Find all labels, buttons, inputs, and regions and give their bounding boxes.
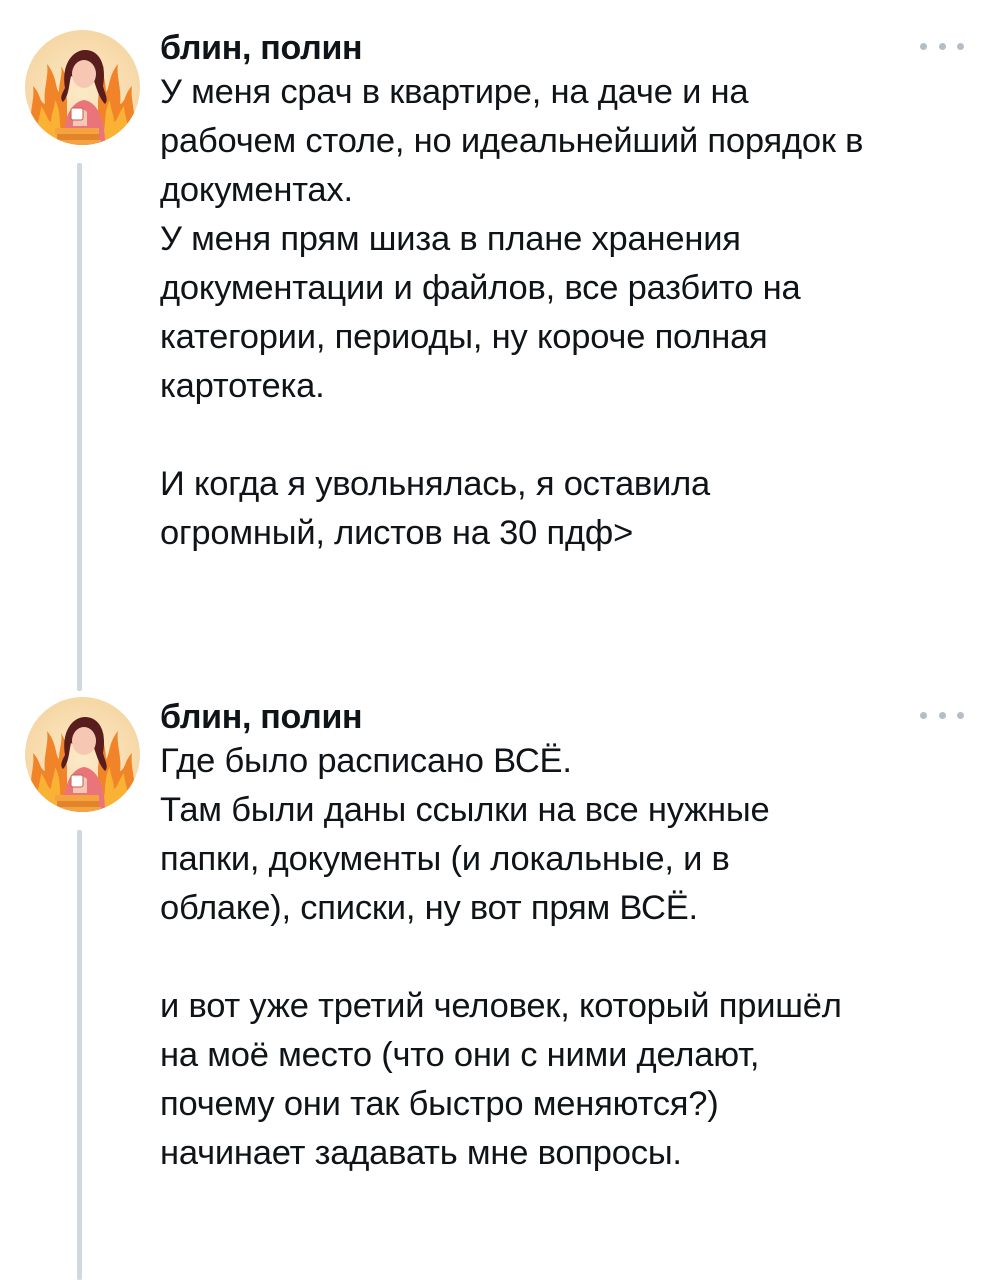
avatar[interactable]	[25, 697, 140, 812]
tweet-text-paragraph: Где было расписано ВСЁ. Там были даны сс…	[160, 742, 770, 927]
tweet-text-paragraph: И когда я увольнялась, я оставила огромн…	[160, 465, 711, 552]
tweet: блин, полин У меня срач в квартире, на д…	[160, 28, 970, 558]
thread-connector-line	[77, 163, 82, 691]
avatar-icon	[30, 50, 135, 145]
dot	[938, 42, 946, 50]
avatar-icon	[30, 717, 135, 812]
author-name[interactable]: блин, полин	[160, 697, 970, 737]
more-horizontal-icon[interactable]	[920, 705, 964, 725]
dot	[920, 711, 927, 719]
tweet-text-paragraph: и вот уже третий человек, который пришёл…	[160, 987, 842, 1172]
author-name[interactable]: блин, полин	[160, 28, 970, 68]
dot	[938, 711, 946, 719]
avatar[interactable]	[25, 30, 140, 145]
dot	[957, 42, 964, 50]
tweet: блин, полин Где было расписано ВСЁ. Там …	[160, 697, 970, 1178]
thread-connector-line	[77, 830, 82, 1280]
dot	[957, 711, 964, 719]
dot	[920, 42, 927, 50]
more-horizontal-icon[interactable]	[920, 36, 964, 56]
tweet-text-paragraph: У меня срач в квартире, на даче и на раб…	[160, 73, 864, 405]
